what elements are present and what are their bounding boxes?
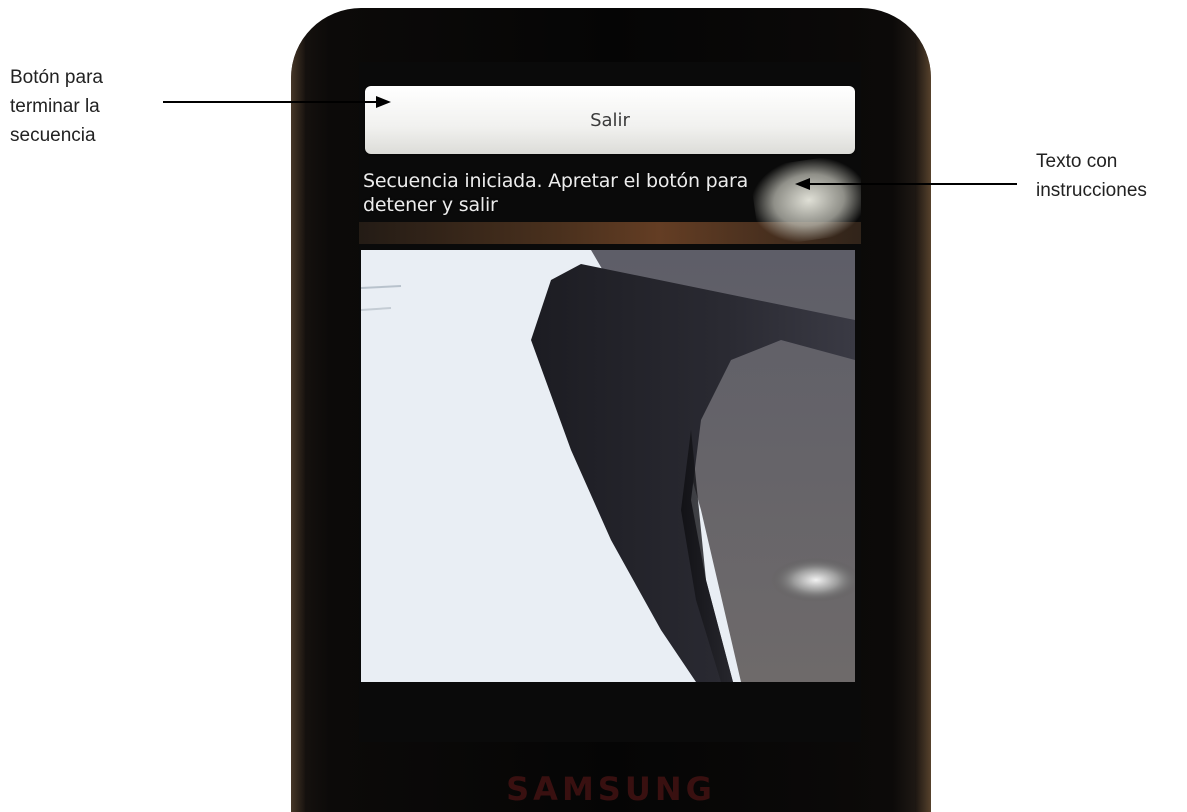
annotation-exit-button: Botón para terminar la secuencia (10, 63, 103, 150)
phone-brand-logo: SAMSUNG (506, 770, 716, 808)
camera-preview-image (361, 250, 855, 682)
camera-preview (361, 250, 855, 682)
annotation-instructions: Texto con instrucciones (1036, 147, 1147, 205)
phone-screen: Salir Secuencia iniciada. Apretar el bot… (359, 62, 861, 742)
phone-edge-left (291, 8, 305, 812)
annotation-line: Texto con (1036, 151, 1118, 172)
instructions-text: Secuencia iniciada. Apretar el botón par… (363, 170, 749, 216)
phone-edge-right (915, 8, 931, 812)
annotation-line: terminar la (10, 96, 100, 117)
annotation-line: Botón para (10, 67, 103, 88)
exit-button[interactable]: Salir (365, 86, 855, 154)
annotation-line: instrucciones (1036, 180, 1147, 201)
annotation-line: secuencia (10, 125, 96, 146)
figure-page: Botón para terminar la secuencia Texto c… (0, 0, 1187, 812)
phone-device: Salir Secuencia iniciada. Apretar el bot… (291, 8, 931, 812)
